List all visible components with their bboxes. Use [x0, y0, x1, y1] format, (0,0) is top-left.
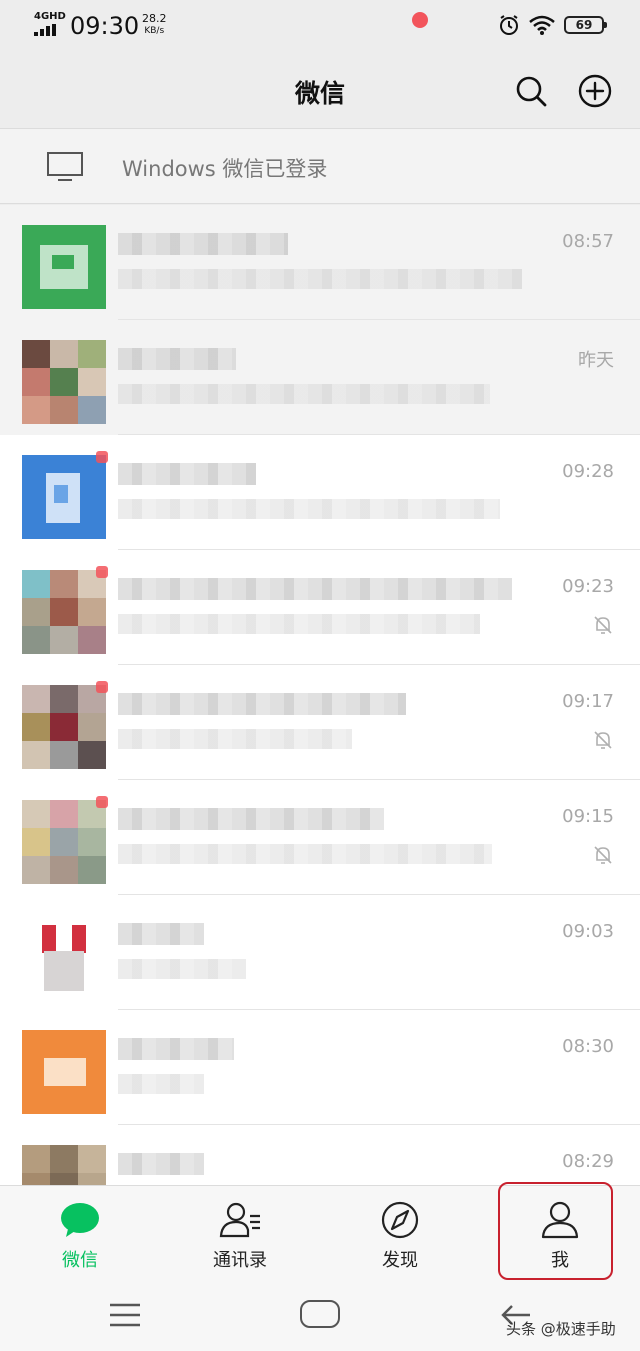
chat-time: 09:17 — [562, 691, 614, 712]
signal-icon — [34, 24, 56, 36]
tab-label: 通讯录 — [213, 1250, 267, 1271]
chat-avatar — [22, 225, 106, 309]
chat-item[interactable]: 09:23 — [0, 550, 640, 665]
chat-name-blurred — [118, 233, 288, 255]
chat-time: 09:15 — [562, 806, 614, 827]
battery-indicator: 69 — [564, 16, 607, 34]
chat-time: 08:57 — [562, 231, 614, 252]
chat-bubble-icon — [61, 1203, 99, 1237]
plus-circle-icon[interactable] — [576, 72, 614, 110]
chat-preview-blurred — [118, 1074, 204, 1094]
clock: 09:30 — [70, 12, 140, 40]
chat-time: 09:28 — [562, 461, 614, 482]
chat-preview-blurred — [118, 844, 492, 864]
windows-login-banner[interactable]: Windows 微信已登录 — [0, 128, 640, 204]
chat-avatar — [22, 685, 106, 769]
chat-name-blurred — [118, 578, 512, 600]
chat-time: 昨天 — [578, 350, 614, 371]
chat-time: 08:29 — [562, 1151, 614, 1172]
monitor-icon — [47, 152, 83, 181]
chat-avatar — [22, 455, 106, 539]
status-bar: 4GHD 09:30 28.2 KB/s 69 — [0, 0, 640, 52]
menu-icon[interactable] — [108, 1301, 142, 1329]
chat-avatar — [22, 1030, 106, 1114]
chat-avatar — [22, 1145, 106, 1185]
chat-item[interactable]: 09:15 — [0, 780, 640, 895]
contacts-icon — [219, 1202, 260, 1238]
mute-bell-icon — [594, 846, 612, 864]
chat-preview-blurred — [118, 269, 522, 289]
chat-item[interactable]: 09:28 — [0, 435, 640, 550]
chat-name-blurred — [118, 808, 384, 830]
watermark: 头条 @极速手助 — [506, 1320, 616, 1338]
chat-time: 08:30 — [562, 1036, 614, 1057]
chat-item[interactable]: 08:57 — [0, 205, 640, 320]
home-button[interactable] — [300, 1300, 340, 1328]
chat-name-blurred — [118, 923, 204, 945]
unread-badge — [96, 566, 108, 578]
mute-bell-icon — [594, 731, 612, 749]
chat-name-blurred — [118, 463, 256, 485]
chat-preview-blurred — [118, 959, 246, 979]
chat-time: 09:03 — [562, 921, 614, 942]
unread-badge — [96, 796, 108, 808]
tab-contacts[interactable]: 通讯录 — [160, 1186, 320, 1286]
chat-avatar — [22, 570, 106, 654]
chat-item[interactable]: 08:29 — [0, 1125, 640, 1185]
chat-avatar — [22, 915, 106, 999]
chat-avatar — [22, 340, 106, 424]
chat-name-blurred — [118, 1038, 234, 1060]
chat-preview-blurred — [118, 499, 500, 519]
discover-badge — [412, 12, 428, 28]
speed-unit: KB/s — [144, 26, 165, 36]
windows-login-text: Windows 微信已登录 — [122, 157, 328, 181]
chat-item[interactable]: 昨天 — [0, 320, 640, 435]
chat-preview-blurred — [118, 384, 490, 404]
tab-discover[interactable]: 发现 — [320, 1186, 480, 1286]
unread-badge — [96, 451, 108, 463]
chat-preview-blurred — [118, 729, 352, 749]
title-bar: 微信 — [0, 52, 640, 128]
chat-avatar — [22, 800, 106, 884]
chat-item[interactable]: 09:17 — [0, 665, 640, 780]
network-speed: 28.2 KB/s — [142, 13, 167, 37]
chat-item[interactable]: 08:30 — [0, 1010, 640, 1125]
highlight-annotation — [498, 1182, 613, 1280]
tab-label: 发现 — [382, 1250, 418, 1271]
chat-name-blurred — [118, 1153, 204, 1175]
search-icon[interactable] — [512, 72, 550, 110]
chat-time: 09:23 — [562, 576, 614, 597]
chat-item[interactable]: 09:03 — [0, 895, 640, 1010]
tab-chats[interactable]: 微信 — [0, 1186, 160, 1286]
unread-badge — [96, 681, 108, 693]
chat-name-blurred — [118, 693, 406, 715]
compass-icon — [381, 1201, 419, 1239]
tab-label: 微信 — [62, 1250, 98, 1271]
speed-value: 28.2 — [142, 12, 167, 25]
chat-name-blurred — [118, 348, 236, 370]
mute-bell-icon — [594, 616, 612, 634]
chat-preview-blurred — [118, 614, 480, 634]
wifi-icon — [529, 15, 555, 35]
chat-list: 08:57 昨天 09:28 09:23 09:17 09:15 09:03 0… — [0, 205, 640, 1185]
network-type: 4GHD — [34, 11, 66, 22]
alarm-icon — [500, 15, 518, 35]
